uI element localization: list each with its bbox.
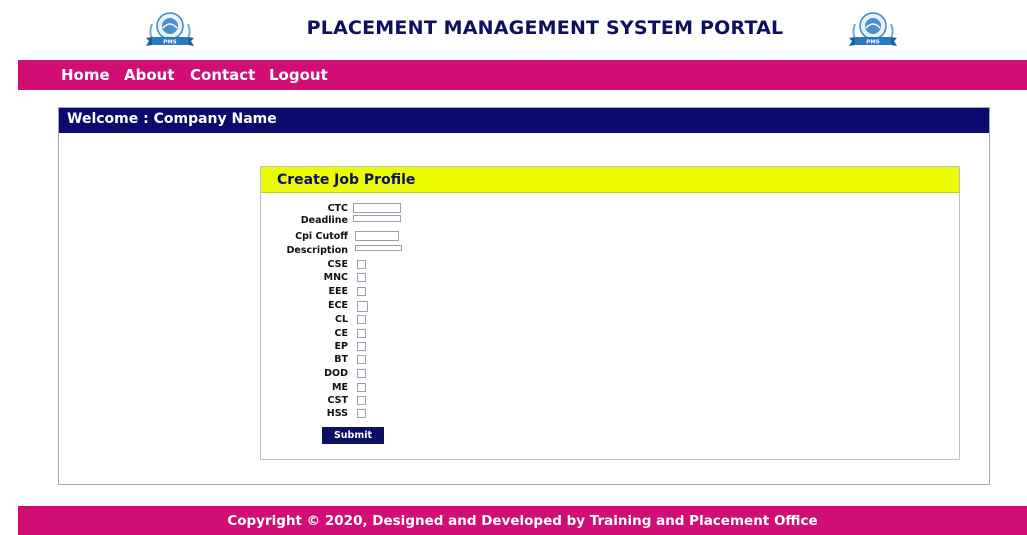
- eee-label: EEE: [328, 286, 348, 297]
- nav-home-link[interactable]: Home: [61, 66, 110, 84]
- ece-label: ECE: [328, 300, 348, 311]
- svg-text:PMS: PMS: [866, 40, 880, 46]
- cst-label: CST: [327, 395, 348, 406]
- mnc-label: MNC: [323, 272, 348, 283]
- footer: Copyright © 2020, Designed and Developed…: [18, 506, 1027, 535]
- cse-checkbox[interactable]: [357, 260, 366, 269]
- welcome-title: Welcome : Company Name: [67, 111, 277, 127]
- me-checkbox[interactable]: [357, 383, 366, 392]
- hss-checkbox[interactable]: [357, 409, 366, 418]
- form-header: Create Job Profile: [261, 167, 959, 193]
- welcome-panel: Welcome : Company Name Create Job Profil…: [58, 107, 990, 485]
- description-label: Description: [286, 245, 348, 256]
- nav-contact-link[interactable]: Contact: [190, 66, 255, 84]
- page-title: PLACEMENT MANAGEMENT SYSTEM PORTAL: [306, 17, 784, 39]
- submit-button[interactable]: Submit: [322, 427, 384, 444]
- navbar: Home About Contact Logout: [18, 60, 1027, 90]
- cpi-cutoff-input[interactable]: [355, 231, 399, 241]
- ctc-input[interactable]: [353, 203, 401, 213]
- bt-checkbox[interactable]: [357, 355, 366, 364]
- nav-logout-link[interactable]: Logout: [269, 66, 328, 84]
- deadline-label: Deadline: [300, 215, 348, 226]
- welcome-header: Welcome : Company Name: [59, 108, 989, 133]
- eee-checkbox[interactable]: [357, 287, 366, 296]
- dod-label: DOD: [324, 368, 348, 379]
- svg-text:PMS: PMS: [163, 40, 177, 46]
- cpi-cutoff-label: Cpi Cutoff: [295, 231, 348, 242]
- ece-checkbox[interactable]: [357, 301, 368, 312]
- pms-logo-icon: PMS: [140, 10, 200, 50]
- bt-label: BT: [334, 354, 348, 365]
- mnc-checkbox[interactable]: [357, 273, 366, 282]
- cst-checkbox[interactable]: [357, 396, 366, 405]
- deadline-input[interactable]: [353, 215, 401, 222]
- cl-checkbox[interactable]: [357, 315, 366, 324]
- ce-checkbox[interactable]: [357, 329, 366, 338]
- cse-label: CSE: [327, 259, 348, 270]
- dod-checkbox[interactable]: [357, 369, 366, 378]
- ce-label: CE: [334, 328, 348, 339]
- nav-about-link[interactable]: About: [124, 66, 175, 84]
- hss-label: HSS: [326, 408, 348, 419]
- footer-copyright: Copyright © 2020, Designed and Developed…: [227, 513, 818, 529]
- description-input[interactable]: [355, 245, 402, 251]
- cl-label: CL: [334, 314, 348, 325]
- form-title: Create Job Profile: [277, 172, 416, 188]
- ep-label: EP: [334, 341, 348, 352]
- pms-logo-icon: PMS: [843, 10, 903, 50]
- header: PMS PLACEMENT MANAGEMENT SYSTEM PORTAL P…: [0, 0, 1027, 60]
- ep-checkbox[interactable]: [357, 342, 366, 351]
- create-job-profile-form: Create Job Profile CTC Deadline Cpi Cuto…: [260, 166, 960, 460]
- me-label: ME: [332, 382, 348, 393]
